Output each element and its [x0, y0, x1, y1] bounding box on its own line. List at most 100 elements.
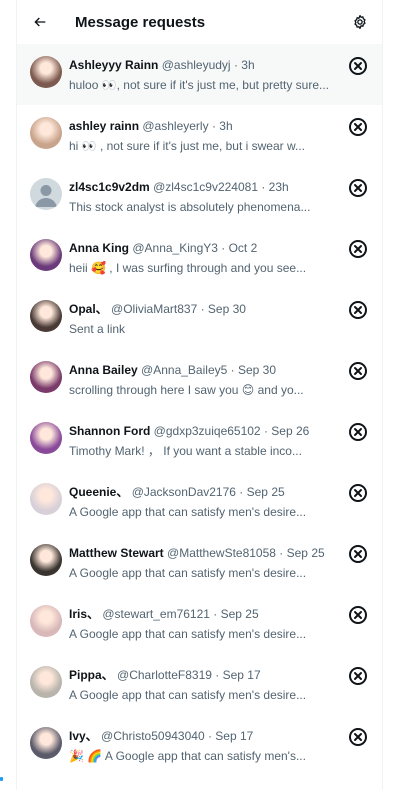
sender-handle: @Christo50943040	[101, 729, 205, 743]
timestamp: · Sep 25	[239, 485, 285, 499]
sender-handle: @Anna_KingY3	[132, 241, 218, 255]
message-request-item[interactable]: Anna King @Anna_KingY3 · Oct 2 heii 🥰 , I…	[17, 227, 382, 288]
message-preview: This stock analyst is absolutely phenome…	[69, 200, 311, 214]
back-button[interactable]	[27, 9, 53, 35]
sender-handle: @Anna_Bailey5	[141, 363, 228, 377]
sender-name: zl4sc1c9v2dm	[69, 180, 150, 194]
close-circle-icon	[349, 545, 367, 563]
gear-icon	[354, 15, 366, 29]
sender-handle: @ashleyerly	[142, 119, 209, 133]
sender-handle: @ashleyudyj	[161, 58, 231, 72]
sender-name: Shannon Ford	[69, 424, 151, 438]
sender-handle: @MatthewSte81058	[167, 546, 276, 560]
message-preview: hi 👀 , not sure if it's just me, but i s…	[69, 139, 305, 153]
dismiss-button[interactable]	[348, 422, 368, 442]
sender-handle: @zl4sc1c9v224081	[153, 180, 258, 194]
close-circle-icon	[349, 484, 367, 502]
close-circle-icon	[349, 118, 367, 136]
sender-name: Anna King	[69, 241, 129, 255]
sender-handle: @stewart_em76121	[102, 607, 210, 621]
sender-name: Opal、	[69, 302, 108, 316]
dismiss-button[interactable]	[348, 361, 368, 381]
message-requests-panel: Message requests Ashleyyy Rainn @ashleyu…	[16, 0, 383, 790]
message-request-item[interactable]: Queenie、 @JacksonDav2176 · Sep 25 A Googl…	[17, 471, 382, 532]
avatar[interactable]	[30, 117, 62, 149]
avatar[interactable]	[30, 544, 62, 576]
avatar[interactable]	[30, 605, 62, 637]
avatar[interactable]	[30, 178, 62, 210]
message-preview: Timothy Mark! ， If you want a stable inc…	[69, 444, 302, 458]
avatar[interactable]	[30, 666, 62, 698]
message-request-item[interactable]: Shannon Ford @gdxp3zuiqe65102 · Sep 26 Ti…	[17, 410, 382, 471]
message-preview: A Google app that can satisfy men's desi…	[69, 688, 307, 702]
sender-name: Ivy、	[69, 729, 98, 743]
close-circle-icon	[349, 728, 367, 746]
avatar[interactable]	[30, 300, 62, 332]
scroll-indicator	[0, 777, 3, 781]
avatar[interactable]	[30, 239, 62, 271]
sender-handle: @JacksonDav2176	[131, 485, 236, 499]
dismiss-button[interactable]	[348, 483, 368, 503]
message-request-list: Ashleyyy Rainn @ashleyudyj · 3h huloo 👀, …	[17, 44, 382, 776]
avatar[interactable]	[30, 727, 62, 759]
message-request-item[interactable]: Ashleyyy Rainn @ashleyudyj · 3h huloo 👀, …	[17, 44, 382, 105]
close-circle-icon	[349, 362, 367, 380]
close-circle-icon	[349, 423, 367, 441]
sender-handle: @gdxp3zuiqe65102	[153, 424, 261, 438]
timestamp: · Sep 26	[263, 424, 310, 438]
sender-handle: @OliviaMart837	[111, 302, 198, 316]
sender-handle: @CharlotteF8319	[117, 668, 212, 682]
avatar[interactable]	[30, 483, 62, 515]
settings-button[interactable]	[348, 10, 372, 34]
message-preview: scrolling through here I saw you 😊 and y…	[69, 383, 304, 397]
sender-name: Pippa、	[69, 668, 114, 682]
message-preview: Sent a link	[69, 322, 126, 336]
dismiss-button[interactable]	[348, 178, 368, 198]
avatar[interactable]	[30, 56, 62, 88]
sender-name: ashley rainn	[69, 119, 140, 133]
close-circle-icon	[349, 667, 367, 685]
timestamp: · Sep 17	[215, 668, 261, 682]
page-title: Message requests	[75, 14, 206, 31]
timestamp: · Sep 17	[207, 729, 254, 743]
message-request-item[interactable]: ashley rainn @ashleyerly · 3h hi 👀 , not …	[17, 105, 382, 166]
timestamp: · Sep 30	[200, 302, 246, 316]
avatar[interactable]	[30, 422, 62, 454]
dismiss-button[interactable]	[348, 544, 368, 564]
close-circle-icon	[349, 240, 367, 258]
sender-name: Queenie、	[69, 485, 129, 499]
arrow-left-icon	[34, 17, 46, 27]
dismiss-button[interactable]	[348, 117, 368, 137]
message-request-item[interactable]: zl4sc1c9v2dm @zl4sc1c9v224081 · 23h This …	[17, 166, 382, 227]
message-request-item[interactable]: Matthew Stewart @MatthewSte81058 · Sep 2…	[17, 532, 382, 593]
timestamp: · Sep 25	[279, 546, 325, 560]
sender-name: Matthew Stewart	[69, 546, 164, 560]
message-request-item[interactable]: Iris、 @stewart_em76121 · Sep 25 A Google …	[17, 593, 382, 654]
message-preview: heii 🥰 , I was surfing through and you s…	[69, 261, 307, 275]
timestamp: · 3h	[211, 119, 233, 133]
avatar[interactable]	[30, 361, 62, 393]
timestamp: · 3h	[233, 58, 255, 72]
timestamp: · Oct 2	[221, 241, 258, 255]
timestamp: · Sep 30	[230, 363, 277, 377]
timestamp: · 23h	[261, 180, 289, 194]
message-preview: A Google app that can satisfy men's desi…	[69, 566, 307, 580]
sender-name: Ashleyyy Rainn	[69, 58, 159, 72]
header: Message requests	[17, 0, 382, 44]
timestamp: · Sep 25	[213, 607, 259, 621]
message-preview: 🎉 🌈 A Google app that can satisfy men's.…	[69, 749, 306, 763]
close-circle-icon	[349, 301, 367, 319]
close-circle-icon	[349, 606, 367, 624]
sender-name: Anna Bailey	[69, 363, 138, 377]
message-request-item[interactable]: Ivy、 @Christo50943040 · Sep 17 🎉 🌈 A Goog…	[17, 715, 382, 776]
message-request-item[interactable]: Opal、 @OliviaMart837 · Sep 30 Sent a link	[17, 288, 382, 349]
dismiss-button[interactable]	[348, 300, 368, 320]
message-request-item[interactable]: Anna Bailey @Anna_Bailey5 · Sep 30 scroll…	[17, 349, 382, 410]
message-request-item[interactable]: Pippa、 @CharlotteF8319 · Sep 17 A Google …	[17, 654, 382, 715]
dismiss-button[interactable]	[348, 666, 368, 686]
dismiss-button[interactable]	[348, 239, 368, 259]
dismiss-button[interactable]	[348, 56, 368, 76]
dismiss-button[interactable]	[348, 605, 368, 625]
close-circle-icon	[349, 179, 367, 197]
dismiss-button[interactable]	[348, 727, 368, 747]
